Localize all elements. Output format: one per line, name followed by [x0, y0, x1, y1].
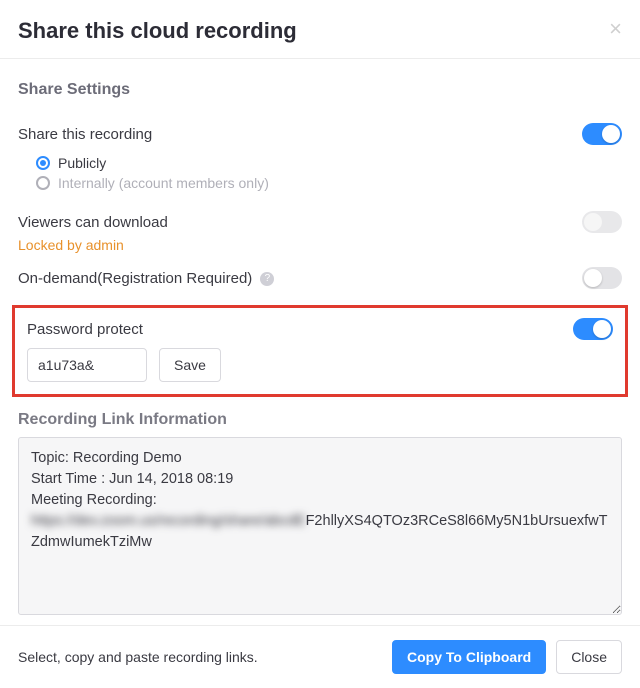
share-internally-option[interactable]: Internally (account members only) — [36, 175, 622, 191]
share-settings-heading: Share Settings — [18, 81, 622, 99]
share-recording-row: Share this recording — [18, 117, 622, 151]
modal-header: Share this cloud recording × — [0, 0, 640, 59]
recording-link-textarea[interactable]: Topic: Recording Demo Start Time : Jun 1… — [18, 437, 622, 615]
viewers-download-label: Viewers can download — [18, 214, 168, 231]
modal-title: Share this cloud recording — [18, 18, 297, 44]
share-publicly-label: Publicly — [58, 155, 106, 171]
close-button[interactable]: Close — [556, 640, 622, 674]
viewers-download-toggle — [582, 211, 622, 233]
copy-to-clipboard-button[interactable]: Copy To Clipboard — [392, 640, 546, 674]
locked-by-admin-text: Locked by admin — [18, 237, 622, 253]
link-info-topic: Topic: Recording Demo — [31, 448, 609, 469]
share-recording-label: Share this recording — [18, 126, 152, 143]
modal-body: Share Settings Share this recording Publ… — [0, 59, 640, 625]
radio-checked-icon — [36, 156, 50, 170]
password-protect-label: Password protect — [27, 321, 143, 338]
share-recording-toggle[interactable] — [582, 123, 622, 145]
link-info-start-time: Start Time : Jun 14, 2018 08:19 — [31, 469, 609, 490]
footer-hint: Select, copy and paste recording links. — [18, 649, 258, 665]
password-protect-row: Password protect — [27, 318, 613, 340]
link-info-meeting-header: Meeting Recording: — [31, 490, 609, 511]
ondemand-row: On-demand(Registration Required) ? — [18, 261, 622, 295]
password-protect-highlight: Password protect Save — [12, 305, 628, 397]
viewers-download-row: Viewers can download — [18, 205, 622, 239]
radio-unchecked-icon — [36, 176, 50, 190]
link-info-url: https://dev.zoom.us/recording/share/abcd… — [31, 511, 609, 553]
share-publicly-option[interactable]: Publicly — [36, 155, 622, 171]
share-internally-label: Internally (account members only) — [58, 175, 269, 191]
recording-link-info-heading: Recording Link Information — [18, 411, 622, 429]
link-info-url-blurred: https://dev.zoom.us/recording/share/abcd… — [31, 513, 306, 529]
save-password-button[interactable]: Save — [159, 348, 221, 382]
ondemand-label: On-demand(Registration Required) ? — [18, 270, 274, 287]
password-protect-toggle[interactable] — [573, 318, 613, 340]
password-input[interactable] — [27, 348, 147, 382]
ondemand-toggle[interactable] — [582, 267, 622, 289]
modal-footer: Select, copy and paste recording links. … — [0, 625, 640, 688]
close-icon[interactable]: × — [609, 18, 622, 40]
help-icon[interactable]: ? — [260, 272, 274, 286]
share-recording-modal: Share this cloud recording × Share Setti… — [0, 0, 640, 688]
